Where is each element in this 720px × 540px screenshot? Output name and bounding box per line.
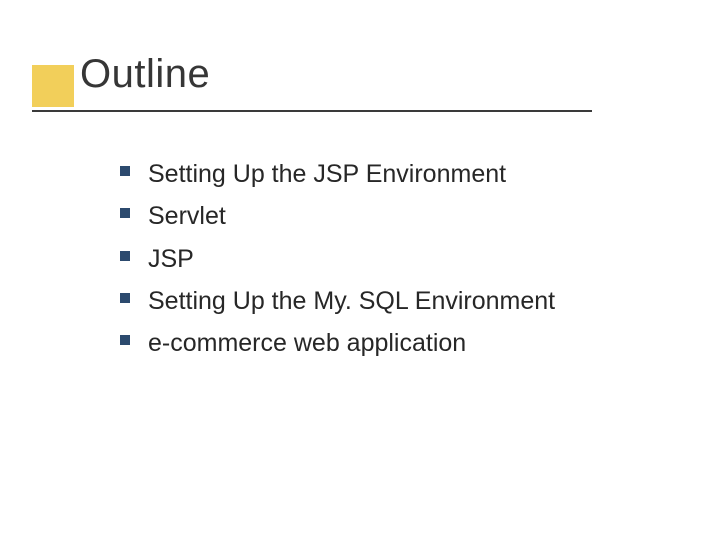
square-bullet-icon bbox=[120, 293, 130, 303]
list-item: Setting Up the JSP Environment bbox=[120, 156, 660, 192]
bullet-text: Setting Up the My. SQL Environment bbox=[148, 283, 555, 319]
bullet-list: Setting Up the JSP Environment Servlet J… bbox=[120, 150, 660, 367]
square-bullet-icon bbox=[120, 208, 130, 218]
square-bullet-icon bbox=[120, 251, 130, 261]
bullet-text: Servlet bbox=[148, 198, 226, 234]
bullet-text: Setting Up the JSP Environment bbox=[148, 156, 506, 192]
slide-title: Outline bbox=[80, 52, 210, 97]
slide: Outline Setting Up the JSP Environment S… bbox=[0, 0, 720, 540]
title-accent-block bbox=[32, 65, 74, 107]
bullet-text: e-commerce web application bbox=[148, 325, 466, 361]
list-item: Setting Up the My. SQL Environment bbox=[120, 283, 660, 319]
list-item: e-commerce web application bbox=[120, 325, 660, 361]
square-bullet-icon bbox=[120, 166, 130, 176]
title-underline bbox=[32, 110, 592, 112]
list-item: Servlet bbox=[120, 198, 660, 234]
square-bullet-icon bbox=[120, 335, 130, 345]
list-item: JSP bbox=[120, 241, 660, 277]
bullet-text: JSP bbox=[148, 241, 194, 277]
